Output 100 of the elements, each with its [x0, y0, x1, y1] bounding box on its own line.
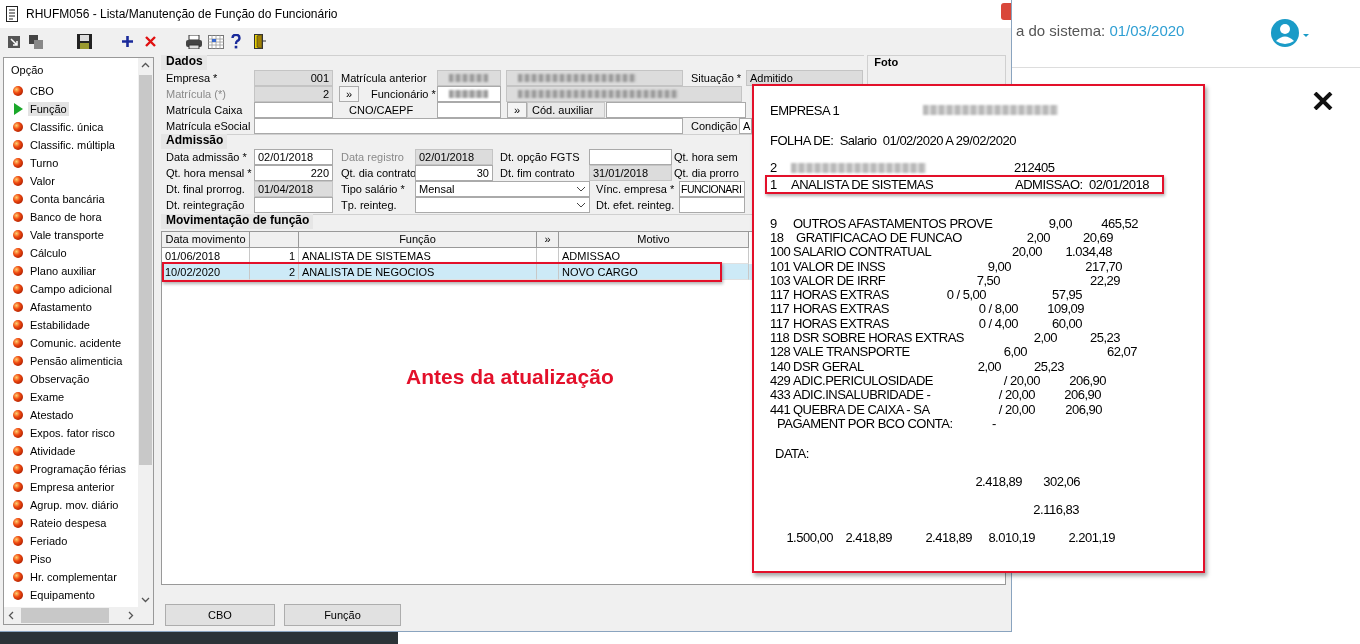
report-text: 2.201,19 [1067, 529, 1115, 545]
text-field[interactable] [679, 197, 745, 213]
text-field[interactable]: A [739, 118, 752, 134]
text-field[interactable] [254, 118, 683, 134]
arrow-icon[interactable] [7, 34, 21, 49]
report-text: 2 [770, 160, 778, 175]
option-item[interactable]: Classific. única [4, 118, 138, 136]
field-label: Dt. fim contrato [499, 166, 576, 181]
option-item[interactable]: Exame [4, 388, 138, 406]
option-item[interactable]: Vale transporte [4, 226, 138, 244]
option-item[interactable]: Conta bancária [4, 190, 138, 208]
dropdown-field[interactable] [415, 197, 590, 213]
option-item[interactable]: Campo adicional [4, 280, 138, 298]
option-item[interactable]: Valor [4, 172, 138, 190]
annotation-text: Antes da atualização [406, 365, 614, 389]
action-button[interactable]: Função [284, 604, 401, 626]
option-item[interactable]: Turno [4, 154, 138, 172]
text-field[interactable]: 31/01/2018 [589, 165, 672, 181]
option-item[interactable]: Programação férias [4, 460, 138, 478]
option-item[interactable]: Feriado [4, 532, 138, 550]
report-text: ADMISSAO: 02/01/2018 [1015, 177, 1150, 192]
text-field[interactable] [254, 197, 333, 213]
auxiliary-code-button[interactable]: Cód. auxiliar [527, 102, 605, 118]
text-field[interactable]: FUNCIONARI [679, 181, 745, 197]
user-avatar-icon[interactable] [1270, 17, 1310, 48]
redacted-field[interactable] [506, 70, 683, 86]
option-item[interactable]: Classific. múltipla [4, 136, 138, 154]
option-item[interactable]: Atividade [4, 442, 138, 460]
option-item[interactable]: Atestado [4, 406, 138, 424]
text-field[interactable]: 02/01/2018 [254, 149, 333, 165]
close-icon[interactable] [1313, 92, 1333, 110]
option-item[interactable]: Comunic. acidente [4, 334, 138, 352]
option-item[interactable]: Empresa anterior [4, 478, 138, 496]
redacted-field[interactable] [437, 86, 501, 102]
text-field[interactable]: 30 [415, 165, 493, 181]
text-field[interactable] [254, 102, 333, 118]
printer-icon[interactable] [186, 34, 202, 49]
option-item[interactable]: Função [4, 100, 138, 118]
text-field[interactable] [437, 102, 501, 118]
report-text: 9,00 [1047, 215, 1072, 231]
exit-door-icon[interactable] [254, 34, 266, 49]
scrollbar[interactable] [138, 58, 153, 607]
field-label: Tipo salário * [340, 182, 406, 197]
redacted-field[interactable] [506, 86, 742, 102]
text-field[interactable] [589, 149, 672, 165]
option-item[interactable]: Banco de hora [4, 208, 138, 226]
option-item[interactable]: Piso [4, 550, 138, 568]
report-text: 57,95 [1050, 287, 1082, 303]
option-item[interactable]: Agrup. mov. diário [4, 496, 138, 514]
lookup-button[interactable]: » [507, 102, 527, 118]
text-field[interactable]: 2 [254, 86, 333, 102]
ball-icon [13, 86, 23, 96]
section-title: Admissão [161, 134, 228, 149]
report-text: GRATIFICACAO DE FUNCAO [795, 229, 962, 245]
calendar-icon[interactable] [208, 34, 224, 49]
option-item[interactable]: CBO [4, 82, 138, 100]
text-field[interactable]: 001 [254, 70, 333, 86]
option-item[interactable]: Hr. complementar [4, 568, 138, 586]
dropdown-field[interactable]: Mensal [415, 181, 590, 197]
add-icon[interactable] [122, 36, 133, 47]
field-label: Situação * [691, 71, 743, 86]
field-label: CNO/CAEPF [349, 103, 415, 118]
text-field[interactable]: 01/04/2018 [254, 181, 333, 197]
report-text: 206,90 [1068, 372, 1106, 388]
option-item[interactable]: Pensão alimenticia [4, 352, 138, 370]
close-button[interactable] [1001, 2, 1011, 20]
text-field[interactable] [606, 102, 746, 118]
option-item[interactable]: Equipamento [4, 586, 138, 604]
option-item[interactable]: Observação [4, 370, 138, 388]
redacted-field[interactable] [437, 70, 501, 86]
option-item[interactable]: Plano auxiliar [4, 262, 138, 280]
report-text: 8.010,19 [987, 529, 1035, 545]
report-text: QUEBRA DE CAIXA - SA [793, 401, 930, 417]
option-item[interactable]: Cálculo [4, 244, 138, 262]
text-field[interactable]: 02/01/2018 [415, 149, 493, 165]
report-text: 429 [770, 372, 792, 388]
lookup-button[interactable]: » [339, 86, 359, 102]
column-header: Data movimento [162, 232, 250, 248]
field-label: Matrícula Caixa [166, 103, 244, 118]
field-label: Dt. efet. reinteg. [596, 198, 676, 213]
text-field[interactable]: 220 [254, 165, 333, 181]
save-icon[interactable] [77, 34, 92, 49]
report-text: 2,00 [1032, 330, 1057, 346]
field-label: Dt. opção FGTS [499, 150, 581, 165]
option-item[interactable]: Estabilidade [4, 316, 138, 334]
field-label: Funcionário * [371, 87, 436, 102]
option-item[interactable]: Expos. fator risco [4, 424, 138, 442]
report-text: 217,70 [1084, 258, 1122, 274]
action-button[interactable]: CBO [165, 604, 275, 626]
delete-icon[interactable] [145, 36, 156, 47]
help-icon[interactable] [231, 34, 241, 49]
windows-icon[interactable] [29, 34, 43, 49]
field-label: Dt. reintegração [166, 198, 246, 213]
expand-button[interactable]: » [537, 232, 559, 248]
field-label: Vínc. empresa * [596, 182, 676, 197]
column-header: Motivo [559, 232, 749, 248]
option-item[interactable]: Afastamento [4, 298, 138, 316]
report-text: HORAS EXTRAS [793, 301, 889, 317]
report-text: 25,23 [1088, 330, 1120, 346]
option-item[interactable]: Rateio despesa [4, 514, 138, 532]
